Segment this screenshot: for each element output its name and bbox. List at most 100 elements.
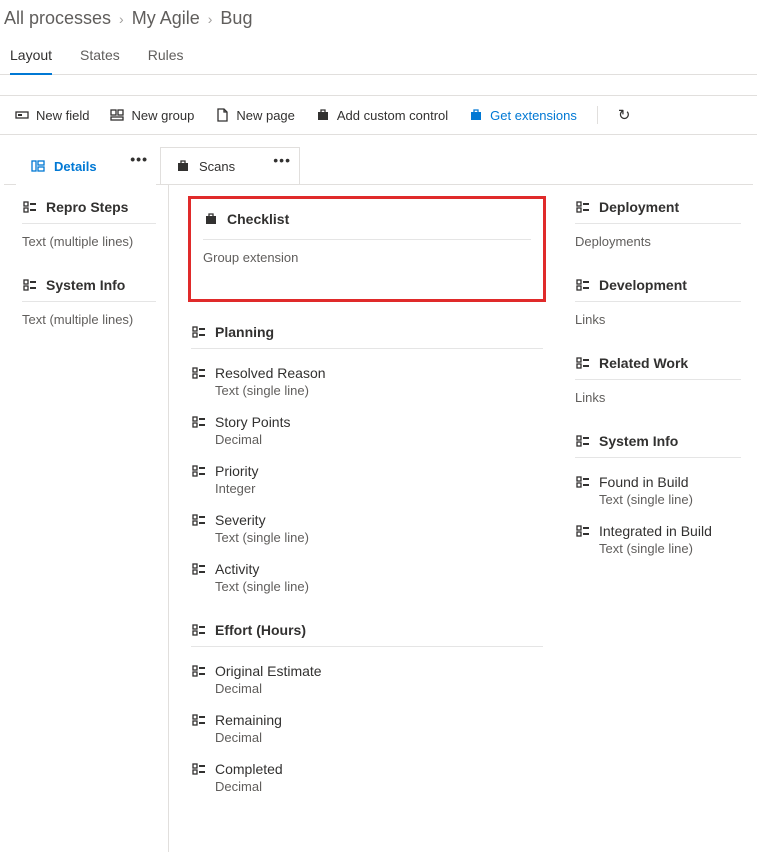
group-repro-type: Text (multiple lines): [22, 234, 156, 249]
fieldrow-icon: [22, 199, 38, 215]
toolbar-separator: [597, 106, 598, 124]
group-deployment-title: Deployment: [599, 199, 679, 215]
new-group-label: New group: [131, 108, 194, 123]
add-custom-label: Add custom control: [337, 108, 448, 123]
field-completed[interactable]: Completed Decimal: [191, 761, 543, 794]
field-label: Story Points: [215, 414, 290, 430]
field-remaining[interactable]: Remaining Decimal: [191, 712, 543, 745]
group-deployment-sub: Deployments: [575, 234, 741, 249]
group-related-work[interactable]: Related Work Links: [575, 355, 741, 405]
fieldrow-icon: [191, 663, 207, 679]
field-label: Completed: [215, 761, 283, 777]
page-tab-details-label: Details: [54, 159, 97, 174]
get-extensions-label: Get extensions: [490, 108, 577, 123]
field-label: Resolved Reason: [215, 365, 326, 381]
page-tab-scans-more[interactable]: •••: [273, 152, 291, 168]
group-related-title: Related Work: [599, 355, 688, 371]
page-tab-scans[interactable]: Scans •••: [160, 147, 300, 185]
tab-rules[interactable]: Rules: [148, 41, 184, 74]
field-label: Priority: [215, 463, 259, 479]
new-page-button[interactable]: New page: [214, 107, 295, 123]
crumb-process[interactable]: My Agile: [132, 8, 200, 29]
highlight-checklist: Checklist Group extension: [188, 196, 546, 302]
group-system-info-left[interactable]: System Info Text (multiple lines): [22, 277, 156, 327]
group-deployment[interactable]: Deployment Deployments: [575, 199, 741, 249]
field-type: Decimal: [191, 779, 543, 794]
fieldrow-icon: [191, 761, 207, 777]
fieldrow-icon: [191, 712, 207, 728]
new-page-label: New page: [236, 108, 295, 123]
fieldrow-icon: [191, 512, 207, 528]
layout-content: Repro Steps Text (multiple lines) System…: [4, 184, 753, 852]
group-checklist-sub: Group extension: [203, 250, 531, 265]
column-left: Repro Steps Text (multiple lines) System…: [4, 185, 169, 852]
crumb-all-processes[interactable]: All processes: [4, 8, 111, 29]
nav-tabs: Layout States Rules: [0, 35, 757, 75]
field-type: Decimal: [191, 432, 543, 447]
chevron-right-icon: ›: [119, 11, 124, 27]
field-label: Integrated in Build: [599, 523, 712, 539]
fieldrow-icon: [575, 199, 591, 215]
page-tab-scans-label: Scans: [199, 159, 235, 174]
field-icon: [14, 107, 30, 123]
group-system-info-right[interactable]: System Info Found in Build Text (single …: [575, 433, 741, 556]
field-story-points[interactable]: Story Points Decimal: [191, 414, 543, 447]
column-right: Deployment Deployments Development Links…: [563, 185, 753, 852]
group-development[interactable]: Development Links: [575, 277, 741, 327]
group-effort-title: Effort (Hours): [215, 622, 306, 638]
toolbar: New field New group New page Add custom …: [0, 95, 757, 135]
group-related-sub: Links: [575, 390, 741, 405]
extension-icon: [203, 211, 219, 227]
new-field-label: New field: [36, 108, 89, 123]
fieldrow-icon: [575, 474, 591, 490]
fieldrow-icon: [191, 365, 207, 381]
field-label: Original Estimate: [215, 663, 322, 679]
crumb-workitemtype[interactable]: Bug: [220, 8, 252, 29]
group-checklist[interactable]: Checklist Group extension: [203, 211, 531, 265]
group-planning[interactable]: Planning Resolved Reason Text (single li…: [191, 324, 543, 594]
group-effort[interactable]: Effort (Hours) Original Estimate Decimal…: [191, 622, 543, 794]
group-development-sub: Links: [575, 312, 741, 327]
new-field-button[interactable]: New field: [14, 107, 89, 123]
extension-icon: [468, 107, 484, 123]
extension-icon: [175, 158, 191, 174]
fieldrow-icon: [575, 277, 591, 293]
group-development-title: Development: [599, 277, 687, 293]
fieldrow-icon: [575, 523, 591, 539]
group-repro-steps[interactable]: Repro Steps Text (multiple lines): [22, 199, 156, 249]
tab-states[interactable]: States: [80, 41, 120, 74]
group-systeminfo-type: Text (multiple lines): [22, 312, 156, 327]
fieldrow-icon: [191, 414, 207, 430]
fieldrow-icon: [191, 463, 207, 479]
layout-icon: [30, 158, 46, 174]
field-priority[interactable]: Priority Integer: [191, 463, 543, 496]
field-resolved-reason[interactable]: Resolved Reason Text (single line): [191, 365, 543, 398]
tab-layout[interactable]: Layout: [10, 41, 52, 75]
extension-icon: [315, 107, 331, 123]
add-custom-control-button[interactable]: Add custom control: [315, 107, 448, 123]
field-type: Decimal: [191, 681, 543, 696]
page-tab-details-more[interactable]: •••: [130, 151, 148, 167]
breadcrumb: All processes › My Agile › Bug: [0, 0, 757, 35]
field-type: Text (single line): [575, 541, 741, 556]
chevron-right-icon: ›: [208, 11, 213, 27]
field-type: Integer: [191, 481, 543, 496]
field-type: Text (single line): [575, 492, 741, 507]
page-tabs: Details ••• Scans •••: [0, 135, 757, 185]
new-group-button[interactable]: New group: [109, 107, 194, 123]
field-found-in-build[interactable]: Found in Build Text (single line): [575, 474, 741, 507]
group-icon: [109, 107, 125, 123]
field-severity[interactable]: Severity Text (single line): [191, 512, 543, 545]
fieldrow-icon: [22, 277, 38, 293]
refresh-button[interactable]: ↻: [618, 106, 631, 124]
get-extensions-link[interactable]: Get extensions: [468, 107, 577, 123]
field-activity[interactable]: Activity Text (single line): [191, 561, 543, 594]
fieldrow-icon: [575, 433, 591, 449]
column-middle: Checklist Group extension Planning Resol…: [169, 185, 563, 852]
field-original-estimate[interactable]: Original Estimate Decimal: [191, 663, 543, 696]
group-sysinfo-title: System Info: [599, 433, 678, 449]
fieldrow-icon: [575, 355, 591, 371]
field-integrated-in-build[interactable]: Integrated in Build Text (single line): [575, 523, 741, 556]
group-systeminfo-title: System Info: [46, 277, 125, 293]
page-tab-details[interactable]: Details •••: [16, 147, 156, 185]
